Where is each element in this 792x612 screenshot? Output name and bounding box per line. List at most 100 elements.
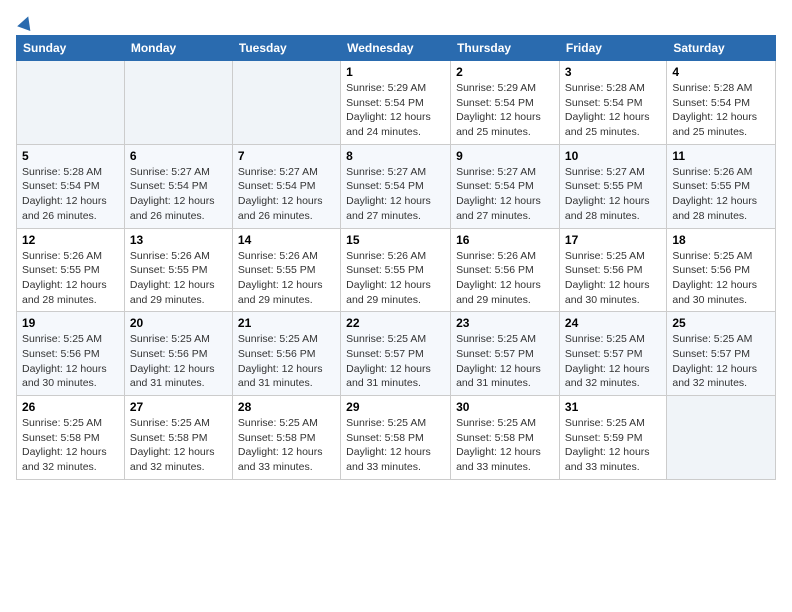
day-info: Sunrise: 5:25 AMSunset: 5:58 PMDaylight:… bbox=[238, 416, 335, 475]
day-number: 14 bbox=[238, 233, 335, 247]
logo bbox=[16, 16, 33, 29]
day-info: Sunrise: 5:28 AMSunset: 5:54 PMDaylight:… bbox=[565, 81, 661, 140]
day-info: Sunrise: 5:25 AMSunset: 5:57 PMDaylight:… bbox=[346, 332, 445, 391]
day-info: Sunrise: 5:26 AMSunset: 5:55 PMDaylight:… bbox=[346, 249, 445, 308]
calendar-week-row: 19 Sunrise: 5:25 AMSunset: 5:56 PMDayligh… bbox=[17, 312, 776, 396]
day-number: 30 bbox=[456, 400, 554, 414]
day-number: 2 bbox=[456, 65, 554, 79]
calendar-cell: 28 Sunrise: 5:25 AMSunset: 5:58 PMDayligh… bbox=[232, 396, 340, 480]
day-number: 27 bbox=[130, 400, 227, 414]
day-info: Sunrise: 5:25 AMSunset: 5:57 PMDaylight:… bbox=[672, 332, 770, 391]
day-number: 28 bbox=[238, 400, 335, 414]
column-header-monday: Monday bbox=[124, 36, 232, 61]
calendar-cell: 23 Sunrise: 5:25 AMSunset: 5:57 PMDayligh… bbox=[451, 312, 560, 396]
day-number: 20 bbox=[130, 316, 227, 330]
day-number: 1 bbox=[346, 65, 445, 79]
calendar-cell: 21 Sunrise: 5:25 AMSunset: 5:56 PMDayligh… bbox=[232, 312, 340, 396]
day-info: Sunrise: 5:26 AMSunset: 5:56 PMDaylight:… bbox=[456, 249, 554, 308]
calendar-cell: 9 Sunrise: 5:27 AMSunset: 5:54 PMDaylight… bbox=[451, 144, 560, 228]
day-info: Sunrise: 5:26 AMSunset: 5:55 PMDaylight:… bbox=[672, 165, 770, 224]
day-info: Sunrise: 5:25 AMSunset: 5:56 PMDaylight:… bbox=[130, 332, 227, 391]
day-number: 26 bbox=[22, 400, 119, 414]
day-info: Sunrise: 5:25 AMSunset: 5:58 PMDaylight:… bbox=[22, 416, 119, 475]
day-info: Sunrise: 5:28 AMSunset: 5:54 PMDaylight:… bbox=[22, 165, 119, 224]
calendar-cell: 6Sunrise: 5:27 AMSunset: 5:54 PMDaylight… bbox=[124, 144, 232, 228]
calendar-cell: 2 Sunrise: 5:29 AMSunset: 5:54 PMDaylight… bbox=[451, 61, 560, 145]
calendar-cell: 11 Sunrise: 5:26 AMSunset: 5:55 PMDayligh… bbox=[667, 144, 776, 228]
day-info: Sunrise: 5:26 AMSunset: 5:55 PMDaylight:… bbox=[238, 249, 335, 308]
calendar-cell bbox=[124, 61, 232, 145]
page-header bbox=[16, 16, 776, 29]
day-number: 9 bbox=[456, 149, 554, 163]
calendar-header-row: SundayMondayTuesdayWednesdayThursdayFrid… bbox=[17, 36, 776, 61]
day-number: 17 bbox=[565, 233, 661, 247]
day-info: Sunrise: 5:27 AMSunset: 5:54 PMDaylight:… bbox=[346, 165, 445, 224]
day-number: 21 bbox=[238, 316, 335, 330]
day-info: Sunrise: 5:28 AMSunset: 5:54 PMDaylight:… bbox=[672, 81, 770, 140]
calendar-cell bbox=[667, 396, 776, 480]
day-number: 11 bbox=[672, 149, 770, 163]
day-number: 29 bbox=[346, 400, 445, 414]
day-info: Sunrise: 5:25 AMSunset: 5:58 PMDaylight:… bbox=[346, 416, 445, 475]
day-info: Sunrise: 5:25 AMSunset: 5:59 PMDaylight:… bbox=[565, 416, 661, 475]
calendar-cell: 12 Sunrise: 5:26 AMSunset: 5:55 PMDayligh… bbox=[17, 228, 125, 312]
day-number: 4 bbox=[672, 65, 770, 79]
day-info: Sunrise: 5:25 AMSunset: 5:58 PMDaylight:… bbox=[130, 416, 227, 475]
calendar-cell: 18 Sunrise: 5:25 AMSunset: 5:56 PMDayligh… bbox=[667, 228, 776, 312]
day-info: Sunrise: 5:25 AMSunset: 5:57 PMDaylight:… bbox=[456, 332, 554, 391]
day-info: Sunrise: 5:29 AMSunset: 5:54 PMDaylight:… bbox=[456, 81, 554, 140]
calendar-cell: 29 Sunrise: 5:25 AMSunset: 5:58 PMDayligh… bbox=[341, 396, 451, 480]
calendar-cell: 24 Sunrise: 5:25 AMSunset: 5:57 PMDayligh… bbox=[559, 312, 666, 396]
calendar-cell: 14 Sunrise: 5:26 AMSunset: 5:55 PMDayligh… bbox=[232, 228, 340, 312]
day-info: Sunrise: 5:26 AMSunset: 5:55 PMDaylight:… bbox=[22, 249, 119, 308]
day-number: 18 bbox=[672, 233, 770, 247]
calendar-cell bbox=[232, 61, 340, 145]
day-info: Sunrise: 5:27 AMSunset: 5:54 PMDaylight:… bbox=[238, 165, 335, 224]
day-number: 12 bbox=[22, 233, 119, 247]
day-number: 24 bbox=[565, 316, 661, 330]
calendar-week-row: 5Sunrise: 5:28 AMSunset: 5:54 PMDaylight… bbox=[17, 144, 776, 228]
calendar-cell: 3Sunrise: 5:28 AMSunset: 5:54 PMDaylight… bbox=[559, 61, 666, 145]
day-number: 19 bbox=[22, 316, 119, 330]
day-info: Sunrise: 5:25 AMSunset: 5:56 PMDaylight:… bbox=[672, 249, 770, 308]
column-header-sunday: Sunday bbox=[17, 36, 125, 61]
day-info: Sunrise: 5:29 AMSunset: 5:54 PMDaylight:… bbox=[346, 81, 445, 140]
calendar-cell: 5Sunrise: 5:28 AMSunset: 5:54 PMDaylight… bbox=[17, 144, 125, 228]
calendar-cell: 13Sunrise: 5:26 AMSunset: 5:55 PMDayligh… bbox=[124, 228, 232, 312]
calendar-cell: 4 Sunrise: 5:28 AMSunset: 5:54 PMDaylight… bbox=[667, 61, 776, 145]
day-info: Sunrise: 5:27 AMSunset: 5:54 PMDaylight:… bbox=[130, 165, 227, 224]
day-number: 7 bbox=[238, 149, 335, 163]
day-number: 25 bbox=[672, 316, 770, 330]
day-info: Sunrise: 5:25 AMSunset: 5:57 PMDaylight:… bbox=[565, 332, 661, 391]
day-info: Sunrise: 5:27 AMSunset: 5:55 PMDaylight:… bbox=[565, 165, 661, 224]
day-number: 31 bbox=[565, 400, 661, 414]
column-header-saturday: Saturday bbox=[667, 36, 776, 61]
day-info: Sunrise: 5:25 AMSunset: 5:56 PMDaylight:… bbox=[565, 249, 661, 308]
calendar-week-row: 26 Sunrise: 5:25 AMSunset: 5:58 PMDayligh… bbox=[17, 396, 776, 480]
calendar-cell: 16Sunrise: 5:26 AMSunset: 5:56 PMDayligh… bbox=[451, 228, 560, 312]
calendar-cell: 26 Sunrise: 5:25 AMSunset: 5:58 PMDayligh… bbox=[17, 396, 125, 480]
calendar-cell: 7 Sunrise: 5:27 AMSunset: 5:54 PMDaylight… bbox=[232, 144, 340, 228]
calendar-cell: 10 Sunrise: 5:27 AMSunset: 5:55 PMDayligh… bbox=[559, 144, 666, 228]
day-info: Sunrise: 5:25 AMSunset: 5:56 PMDaylight:… bbox=[22, 332, 119, 391]
calendar-cell: 25 Sunrise: 5:25 AMSunset: 5:57 PMDayligh… bbox=[667, 312, 776, 396]
day-info: Sunrise: 5:25 AMSunset: 5:56 PMDaylight:… bbox=[238, 332, 335, 391]
day-number: 15 bbox=[346, 233, 445, 247]
calendar-table: SundayMondayTuesdayWednesdayThursdayFrid… bbox=[16, 35, 776, 480]
column-header-tuesday: Tuesday bbox=[232, 36, 340, 61]
calendar-cell: 20 Sunrise: 5:25 AMSunset: 5:56 PMDayligh… bbox=[124, 312, 232, 396]
calendar-cell: 31 Sunrise: 5:25 AMSunset: 5:59 PMDayligh… bbox=[559, 396, 666, 480]
logo-triangle-icon bbox=[17, 14, 35, 31]
calendar-cell: 8Sunrise: 5:27 AMSunset: 5:54 PMDaylight… bbox=[341, 144, 451, 228]
calendar-cell: 1 Sunrise: 5:29 AMSunset: 5:54 PMDaylight… bbox=[341, 61, 451, 145]
column-header-wednesday: Wednesday bbox=[341, 36, 451, 61]
day-info: Sunrise: 5:27 AMSunset: 5:54 PMDaylight:… bbox=[456, 165, 554, 224]
calendar-cell: 27 Sunrise: 5:25 AMSunset: 5:58 PMDayligh… bbox=[124, 396, 232, 480]
day-number: 13 bbox=[130, 233, 227, 247]
calendar-cell bbox=[17, 61, 125, 145]
calendar-cell: 15 Sunrise: 5:26 AMSunset: 5:55 PMDayligh… bbox=[341, 228, 451, 312]
column-header-friday: Friday bbox=[559, 36, 666, 61]
calendar-week-row: 1 Sunrise: 5:29 AMSunset: 5:54 PMDaylight… bbox=[17, 61, 776, 145]
day-number: 23 bbox=[456, 316, 554, 330]
day-number: 10 bbox=[565, 149, 661, 163]
